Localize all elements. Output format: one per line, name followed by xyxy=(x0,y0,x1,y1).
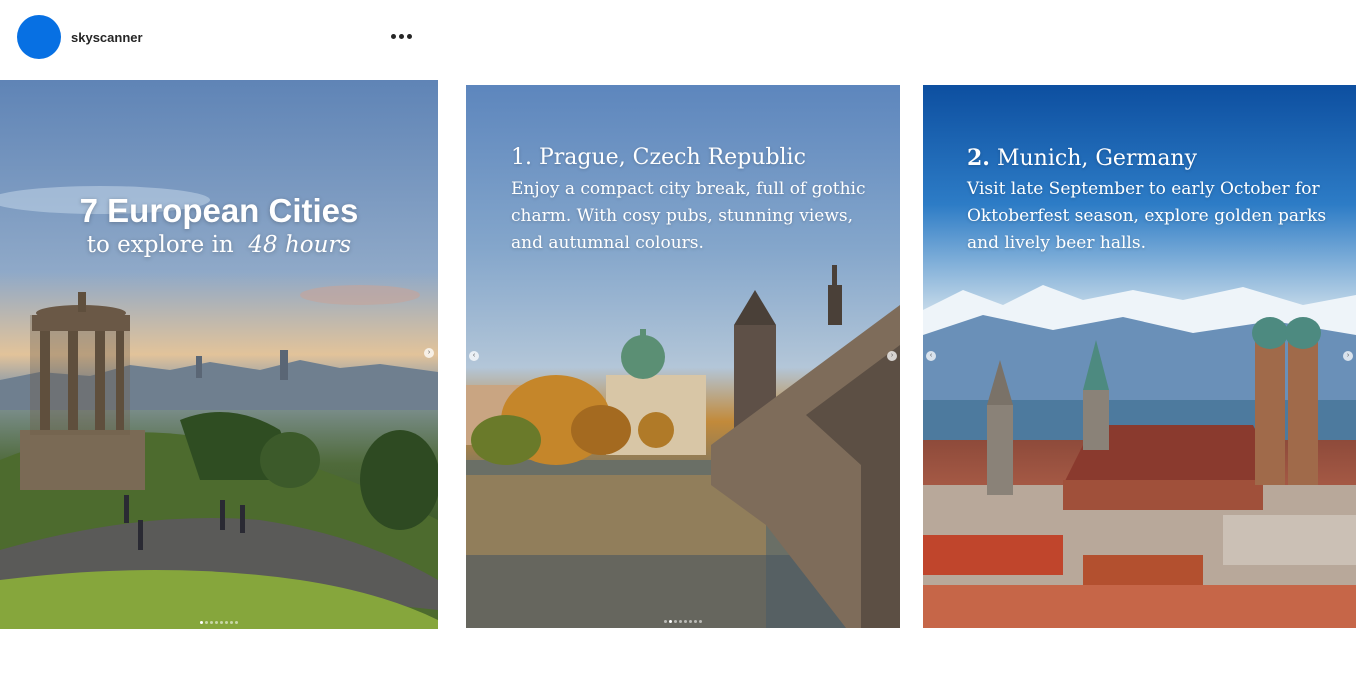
cover-subtitle-prefix: to explore in xyxy=(86,232,234,258)
previous-slide-icon[interactable]: ‹ xyxy=(926,351,936,361)
carousel-dot xyxy=(210,621,213,624)
carousel-dots xyxy=(664,620,702,623)
slide-body: Enjoy a compact city break, full of goth… xyxy=(511,179,866,253)
next-slide-icon[interactable]: › xyxy=(1343,351,1353,361)
more-dot xyxy=(398,33,404,39)
more-dot xyxy=(390,33,396,39)
carousel-dot xyxy=(679,620,682,623)
carousel-dot xyxy=(664,620,667,623)
post-header: skyscanner xyxy=(0,0,438,72)
carousel-slide-cover[interactable]: 7 European Cities to explore in 48 hours… xyxy=(0,80,438,629)
carousel-slide-prague[interactable]: 1. Prague, Czech Republic Enjoy a compac… xyxy=(466,85,900,628)
carousel-dot xyxy=(669,620,672,623)
carousel-dot xyxy=(689,620,692,623)
carousel-dot xyxy=(699,620,702,623)
previous-slide-icon[interactable]: ‹ xyxy=(469,351,479,361)
slide-title: 2. Munich, Germany xyxy=(967,145,1197,171)
carousel-slide-munich[interactable]: 2. Munich, Germany Visit late September … xyxy=(923,85,1356,628)
carousel-dot xyxy=(684,620,687,623)
cover-subtitle: to explore in 48 hours xyxy=(0,232,438,258)
slide-title: 1. Prague, Czech Republic xyxy=(511,145,806,170)
username[interactable]: skyscanner xyxy=(71,30,143,45)
avatar[interactable] xyxy=(17,15,61,59)
slide-title-text: Munich, Germany xyxy=(996,146,1198,171)
slide-body: Visit late September to early October fo… xyxy=(967,179,1327,253)
next-slide-icon[interactable]: › xyxy=(424,348,434,358)
carousel-dot xyxy=(225,621,228,624)
carousel-dot xyxy=(235,621,238,624)
carousel-dot xyxy=(230,621,233,624)
cover-title: 7 European Cities xyxy=(79,192,359,229)
edinburgh-photo xyxy=(0,186,438,629)
carousel-dot xyxy=(205,621,208,624)
next-slide-icon[interactable]: › xyxy=(887,351,897,361)
carousel-dot xyxy=(200,621,203,624)
more-options-icon[interactable] xyxy=(386,26,416,46)
carousel-dot xyxy=(674,620,677,623)
carousel-dots xyxy=(200,621,238,624)
carousel-dot xyxy=(694,620,697,623)
carousel-dot xyxy=(220,621,223,624)
carousel-dot xyxy=(215,621,218,624)
cover-subtitle-emphasis: 48 hours xyxy=(248,232,352,258)
more-dot xyxy=(406,33,412,39)
slide-title-number: 2. xyxy=(967,145,990,171)
